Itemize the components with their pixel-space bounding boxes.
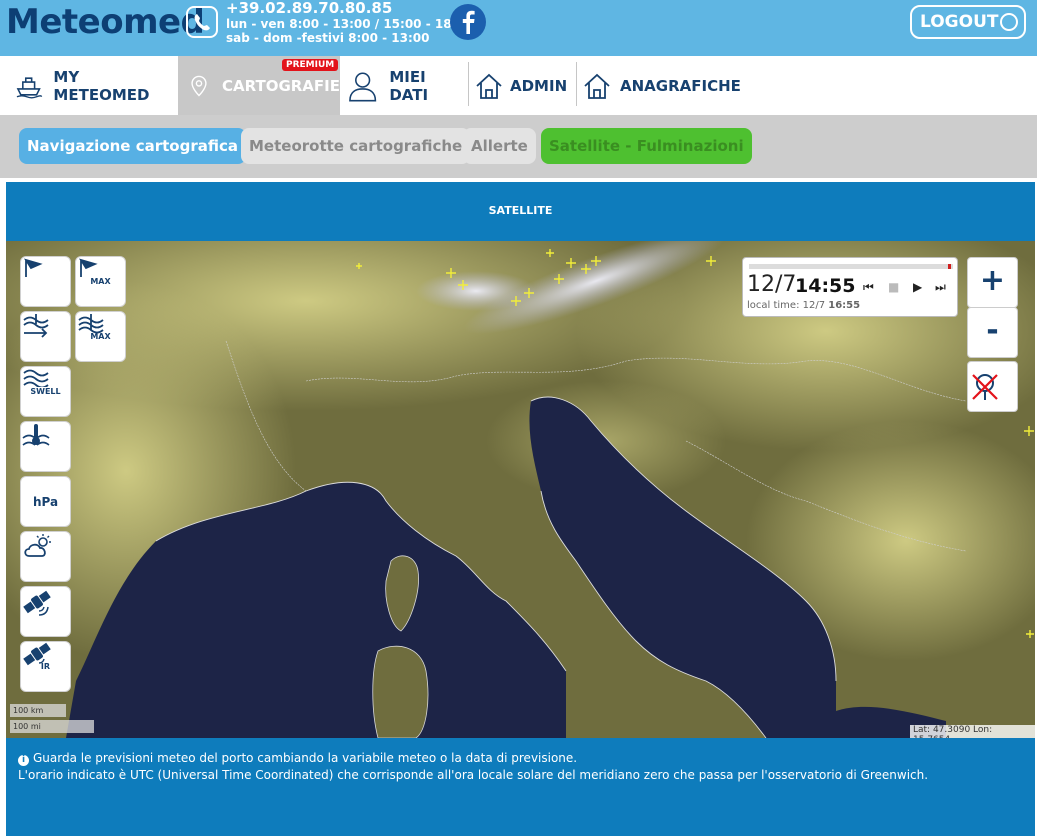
pressure-icon: hPa [32,494,59,509]
logout-label: LOGOUT [920,12,999,32]
map-pin-icon [191,75,207,97]
hours-weekdays: lun - ven 8:00 - 13:00 / 15:00 - 18:00 [226,17,474,31]
tool-wind-flag[interactable] [20,256,71,307]
timeline-slider[interactable] [749,264,953,269]
nav-item-my-meteomed[interactable]: MY METEOMED [6,56,178,115]
power-icon [1000,13,1018,31]
home-icon [584,73,610,99]
nav-label-miei-dati: MIEI DATI [389,67,429,104]
tab-satellite-fulminazioni[interactable]: Satellite - Fulminazioni [541,128,752,164]
user-icon [349,71,377,101]
tool-swell[interactable]: SWELL [20,366,71,417]
satellite-ir-icon [23,642,51,666]
no-location-icon [972,374,998,400]
panel-title: SATELLITE [488,204,553,217]
nav-label-my-meteomed: MY METEOMED [53,67,150,104]
timeline-date: 12/7 [747,272,797,297]
satellite-icon [23,590,51,616]
info-text: i Guarda le previsioni meteo del porto ca… [18,750,928,784]
info-line-1: Guarda le previsioni meteo del porto cam… [33,751,578,765]
local-time: local time: 12/7 16:55 [747,300,860,311]
local-time-prefix: local time: 12/7 [747,300,826,311]
satellite-panel: SATELLITE MAX MAX SWELL hPa IR 12/7 14:5… [6,182,1035,836]
nav-label-anagrafiche: ANAGRAFICHE [620,76,741,95]
nav-item-miei-dati[interactable]: MIEI DATI [340,56,468,115]
skip-back-icon[interactable]: ⏮ [863,280,874,295]
facebook-icon[interactable] [450,4,486,40]
logout-button[interactable]: LOGOUT [910,5,1026,39]
nav-item-anagrafiche[interactable]: ANAGRAFICHE [578,56,748,115]
zoom-out-button[interactable]: - [967,307,1018,358]
timeline-progress [948,264,951,269]
tool-satellite-ir[interactable]: IR [20,641,71,692]
tool-wave-max[interactable]: MAX [75,311,126,362]
info-icon: i [18,755,29,766]
premium-badge: PREMIUM [282,59,339,71]
wind-flag-max-icon [78,258,98,277]
ship-icon [16,76,43,98]
tool-satellite[interactable] [20,586,71,637]
hours-weekend: sab - dom -festivi 8:00 - 13:00 [226,31,430,45]
skip-forward-icon[interactable]: ⏭ [935,280,946,295]
tool-cloud-sun[interactable] [20,531,71,582]
scale-mi: 100 mi [10,720,94,733]
logo[interactable]: Meteomed [6,2,205,42]
wind-flag-icon [23,258,43,277]
contact-info: +39.02.89.70.80.85 lun - ven 8:00 - 13:0… [226,0,473,45]
swell-icon [23,369,49,387]
timeline-control: 12/7 14:55 ⏮ ■ ▶ ⏭ local time: 12/7 16:5… [742,257,958,317]
tool-sublabel: SWELL [30,387,61,396]
timeline-time: 14:55 [795,275,856,297]
wave-direction-icon [23,314,49,338]
sea-temperature-icon [22,424,50,446]
local-time-value: 16:55 [828,300,861,311]
nav-divider [468,62,469,106]
nav-item-admin[interactable]: ADMIN [470,56,576,115]
phone-icon [186,6,218,38]
tool-wave-direction[interactable] [20,311,71,362]
cursor-coordinates: Lat: 47.3090 Lon: 15.7654 [910,725,1035,738]
tool-sea-temperature[interactable] [20,421,71,472]
cloud-sun-icon [24,534,51,557]
tab-allerte[interactable]: Allerte [463,128,536,164]
tool-wind-flag-max[interactable]: MAX [75,256,126,307]
main-nav: MY METEOMED CARTOGRAFIE MIEI DATI ADMIN … [0,56,1037,115]
home-icon [476,73,502,99]
tool-pressure[interactable]: hPa [20,476,71,527]
clear-layers-button[interactable] [967,361,1018,412]
satellite-map[interactable]: MAX MAX SWELL hPa IR 12/7 14:55 ⏮ ■ ▶ ⏭ … [6,241,1035,738]
tab-navigazione-cartografica[interactable]: Navigazione cartografica [19,128,246,164]
wave-max-icon [78,314,104,334]
zoom-in-button[interactable]: + [967,257,1018,308]
scale-km: 100 km [10,704,66,717]
info-line-2: L'orario indicato è UTC (Universal Time … [18,768,929,782]
phone-number[interactable]: +39.02.89.70.80.85 [226,0,473,17]
play-icon[interactable]: ▶ [913,280,922,294]
sub-nav: Navigazione cartografica Meteorotte cart… [0,115,1037,178]
top-header: Meteomed +39.02.89.70.80.85 lun - ven 8:… [0,0,1037,56]
nav-label-cartografie: CARTOGRAFIE [221,76,340,95]
nav-divider [576,62,577,106]
nav-label-admin: ADMIN [510,76,568,95]
stop-icon[interactable]: ■ [888,280,899,294]
tab-meteorotte-cartografiche[interactable]: Meteorotte cartografiche [241,128,471,164]
